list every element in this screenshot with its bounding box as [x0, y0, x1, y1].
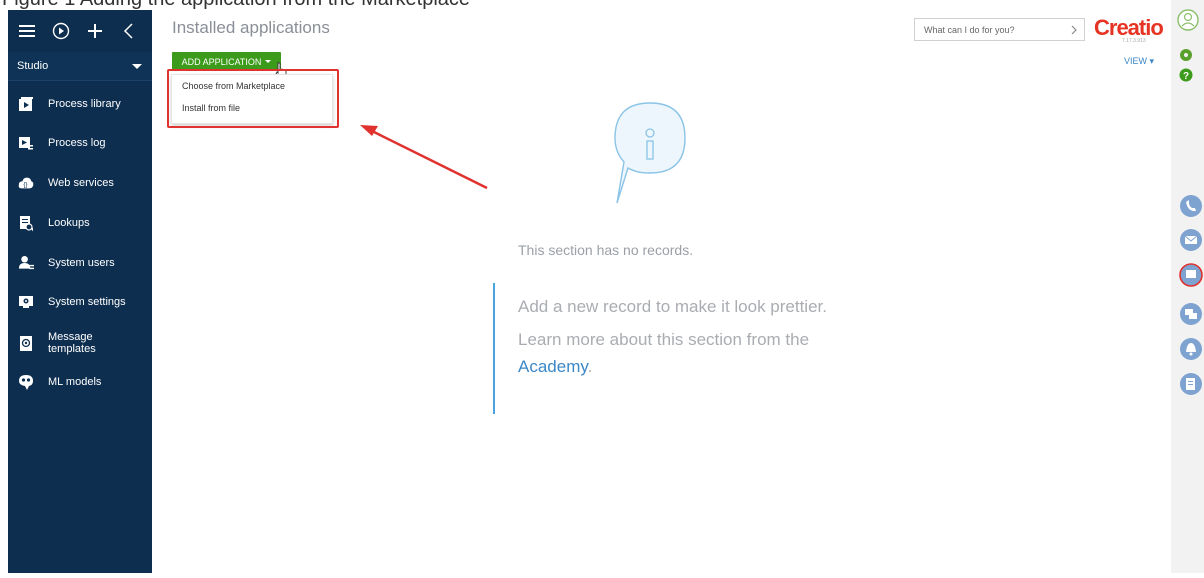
learn-more-hint: Learn more about this section from the A…	[518, 326, 828, 380]
learn-more-suffix: .	[587, 357, 593, 376]
add-application-label: ADD APPLICATION	[181, 56, 262, 67]
sidebar-item-process-library[interactable]: Process library	[8, 90, 152, 118]
chevron-down-icon	[265, 60, 272, 63]
sidebar-item-label: System settings	[48, 296, 126, 308]
system-settings-icon	[18, 294, 34, 310]
sidebar-toolbar	[8, 10, 152, 52]
sidebar-item-label: ML models	[48, 376, 102, 388]
academy-link[interactable]: Academy	[518, 357, 588, 376]
workplace-label: Studio	[17, 60, 49, 72]
menu-icon[interactable]	[16, 20, 38, 42]
chevron-down-icon	[132, 63, 142, 69]
sidebar-item-label: Message templates	[48, 331, 96, 355]
sidebar-item-ml-models[interactable]: ML models	[8, 368, 152, 396]
gear-icon[interactable]	[1180, 49, 1192, 61]
add-record-hint: Add a new record to make it look prettie…	[518, 297, 827, 316]
svg-text:?: ?	[1183, 71, 1189, 82]
play-icon[interactable]	[50, 20, 72, 42]
chevron-right-icon[interactable]	[1070, 24, 1078, 36]
process-log-icon	[18, 135, 34, 151]
sidebar-item-process-log[interactable]: Process log	[8, 129, 152, 157]
sidebar-item-label: Web services	[48, 177, 114, 189]
sidebar-item-label: Lookups	[48, 217, 90, 229]
sidebar-item-label: System users	[48, 257, 115, 269]
email-icon[interactable]	[1180, 229, 1202, 251]
chat-icon[interactable]	[1180, 303, 1202, 325]
view-label: VIEW	[1124, 56, 1148, 66]
sidebar-item-label: Process log	[48, 137, 106, 149]
command-line[interactable]	[914, 18, 1085, 41]
communication-panel: ?	[1171, 0, 1204, 573]
ml-models-icon	[18, 374, 34, 390]
system-users-icon	[18, 255, 34, 271]
info-bubble-icon	[614, 102, 686, 204]
sidebar-item-lookups[interactable]: Lookups	[8, 209, 152, 237]
view-button[interactable]: VIEW ▾	[1124, 56, 1154, 67]
process-icon[interactable]	[1180, 373, 1202, 395]
search-input[interactable]	[924, 24, 1054, 35]
help-icon[interactable]: ?	[1179, 68, 1193, 83]
collapse-icon[interactable]	[118, 20, 140, 42]
sidebar: Studio Process library Process log {} We…	[8, 10, 152, 573]
learn-more-prefix: Learn more about this section from the	[518, 330, 810, 349]
process-library-icon	[18, 96, 34, 112]
empty-state-hint: Add a new record to make it look prettie…	[518, 293, 828, 386]
hint-divider	[493, 283, 495, 414]
sidebar-item-message-templates[interactable]: Message templates	[8, 328, 152, 358]
profile-icon[interactable]	[1177, 9, 1199, 31]
plus-icon[interactable]	[84, 20, 106, 42]
highlight-box	[167, 69, 339, 128]
caption-text: Figure 1 Adding the application from the…	[2, 0, 470, 10]
web-services-icon: {}	[18, 175, 34, 191]
svg-text:{}: {}	[23, 182, 27, 189]
workplace-selector[interactable]: Studio	[8, 52, 152, 81]
sidebar-item-system-users[interactable]: System users	[8, 249, 152, 277]
notification-icon[interactable]	[1180, 338, 1202, 360]
sidebar-item-web-services[interactable]: {} Web services	[8, 169, 152, 197]
lookups-icon	[18, 215, 34, 231]
caption-strip: Figure 1 Adding the application from the…	[0, 0, 1204, 10]
version-label: 7.17.3.913	[1122, 38, 1146, 44]
no-records-text: This section has no records.	[518, 242, 694, 258]
sidebar-item-system-settings[interactable]: System settings	[8, 288, 152, 316]
sidebar-item-label: Process library	[48, 98, 121, 110]
feed-icon[interactable]	[1179, 263, 1203, 287]
message-templates-icon	[18, 335, 34, 351]
phone-icon[interactable]	[1180, 195, 1202, 217]
page-title: Installed applications	[172, 18, 330, 37]
